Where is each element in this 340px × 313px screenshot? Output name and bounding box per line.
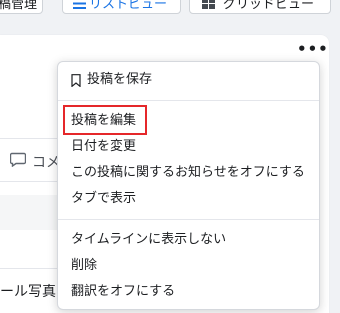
grid-view-icon [202,0,215,9]
grid-view-label: グリッドビュー [223,0,315,12]
list-view-button[interactable]: リストビュー [62,0,181,14]
list-view-label: リストビュー [89,0,168,12]
menu-item-show-in-tab[interactable]: タブで表示 [71,191,136,207]
manage-posts-button[interactable]: 稿管理 [0,0,43,14]
list-view-icon [73,2,86,9]
menu-item-change-date[interactable]: 日付を変更 [71,139,136,155]
menu-item-translation-off[interactable]: 翻訳をオフにする [71,284,175,300]
view-toolbar: 稿管理 リストビュー グリッドビュー [0,0,340,22]
more-options-icon[interactable]: ••• [297,42,329,57]
menu-item-edit-post[interactable]: 投稿を編集 [71,113,136,129]
grid-view-button[interactable]: グリッドビュー [189,0,331,14]
menu-item-notifications-off[interactable]: この投稿に関するお知らせをオフにする [71,165,305,181]
manage-posts-label: 稿管理 [0,0,37,12]
post-divider [0,268,60,269]
menu-separator [58,100,319,101]
bookmark-icon [71,74,81,87]
menu-item-save-post[interactable]: 投稿を保存 [87,72,152,88]
comment-button[interactable]: コメ [32,152,60,172]
post-caption-text: ール写真 [0,284,56,300]
post-divider [0,138,60,139]
comment-area [0,195,60,230]
menu-item-delete[interactable]: 削除 [71,258,97,274]
menu-item-hide-from-timeline[interactable]: タイムラインに表示しない [71,232,226,248]
comment-icon [10,152,26,167]
post-divider [0,181,60,182]
post-options-menu: 投稿を保存 投稿を編集 日付を変更 この投稿に関するお知らせをオフにする タブで… [57,61,320,310]
menu-separator [58,219,319,220]
